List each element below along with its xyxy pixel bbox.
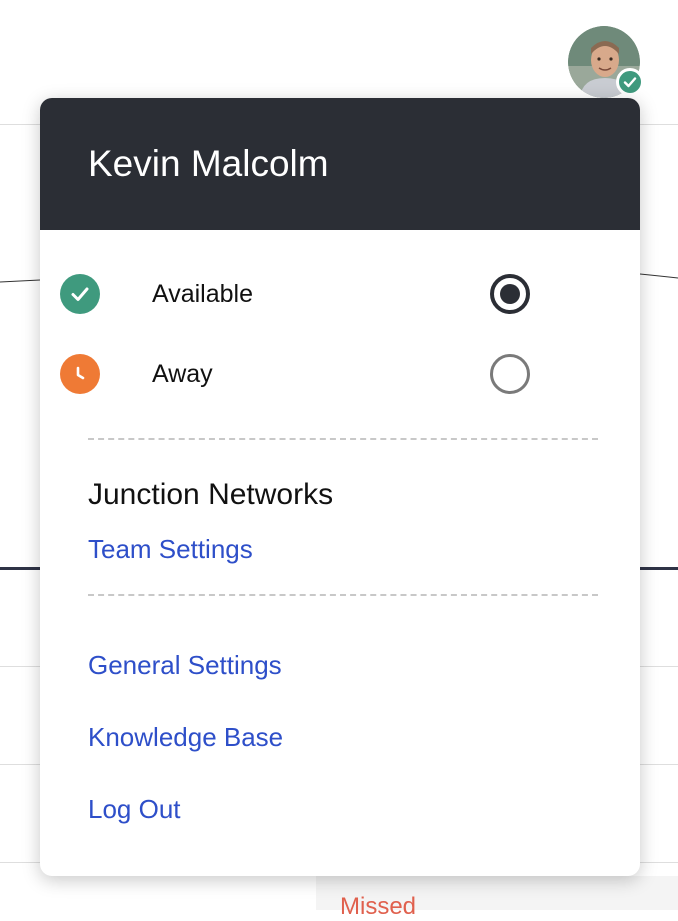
team-name: Junction Networks (88, 478, 334, 511)
status-label-available: Available (152, 279, 254, 308)
status-option-away[interactable]: Away (40, 334, 640, 414)
radio-selected-dot (500, 284, 520, 304)
section-divider (88, 594, 598, 596)
menu-header: Kevin Malcolm (40, 98, 640, 230)
general-settings-link[interactable]: General Settings (88, 650, 282, 681)
user-avatar-button[interactable] (568, 26, 644, 98)
missed-label: Missed (340, 893, 417, 920)
status-label-away: Away (152, 359, 213, 388)
clock-icon (60, 354, 100, 394)
log-out-link[interactable]: Log Out (88, 794, 181, 825)
away-radio[interactable] (490, 354, 530, 394)
status-option-available[interactable]: Available (40, 254, 640, 334)
online-status-badge (616, 68, 644, 96)
check-icon (623, 77, 637, 88)
section-divider (88, 438, 598, 440)
knowledge-base-link[interactable]: Knowledge Base (88, 722, 283, 753)
check-circle-icon (60, 274, 100, 314)
user-name: Kevin Malcolm (88, 143, 329, 184)
user-menu-dropdown: Kevin Malcolm Available Away Junction Ne… (40, 98, 640, 876)
available-radio[interactable] (490, 274, 530, 314)
team-settings-link[interactable]: Team Settings (88, 534, 253, 565)
